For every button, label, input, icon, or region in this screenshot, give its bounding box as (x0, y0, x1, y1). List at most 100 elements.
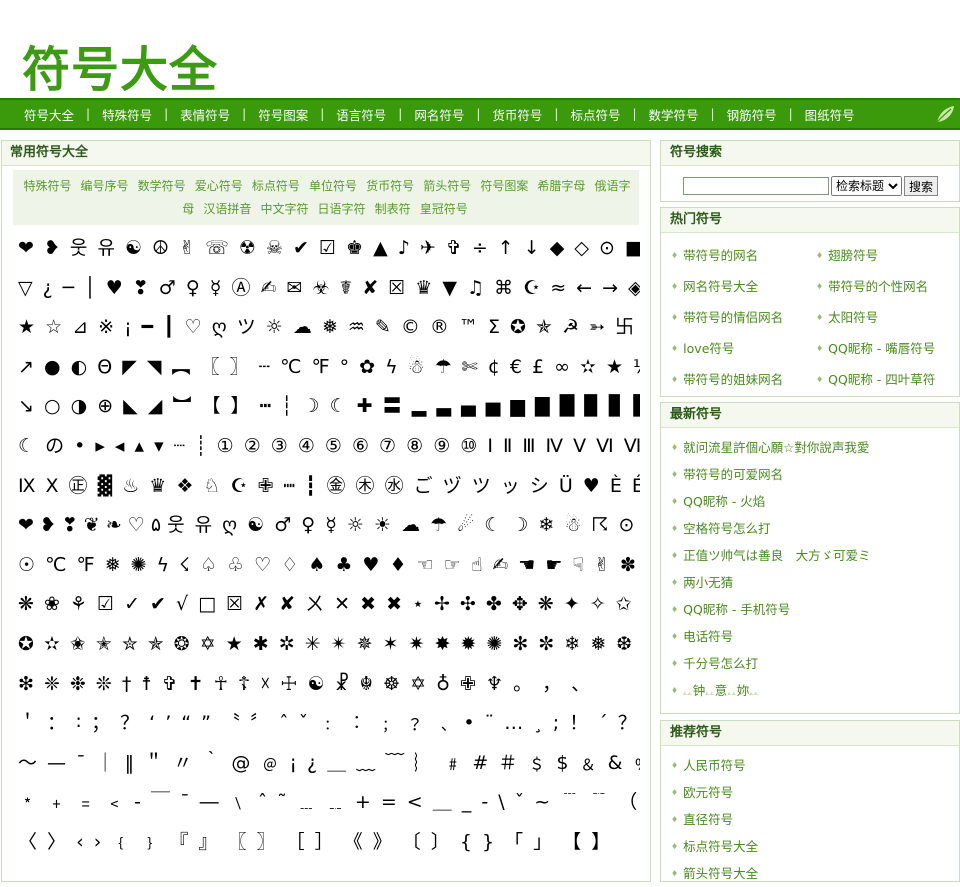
nav-rebar[interactable]: 钢筋符号 (715, 105, 789, 124)
bullet-icon: ♦ (671, 251, 679, 260)
hot-item[interactable]: ♦ 带符号的网名 (671, 240, 816, 271)
latest-panel: 最新符号 ♦ 就问流星許個心願☆對你說声我愛 ♦ 带符号的可爱网名 ♦ QQ昵称 - … (660, 402, 960, 714)
latest-item[interactable]: ♦ QQ昵称 - 手机符号 (671, 596, 959, 623)
symbol-row[interactable]: ＇ ： ∶ ； ？ ‘ ’ “ ” 〝 〞 ˆ ˇ ﹕ ︰ ﹔ ﹖ ﹑ • ¨ … (18, 704, 640, 744)
category-link[interactable]: 中文字符 (260, 202, 308, 216)
category-link[interactable]: 标点符号 (252, 179, 300, 193)
symbol-row[interactable]: ☾ の • ▸ ◂ ▴ ▾ ┈ ┊ ① ② ③ ④ ⑤ ⑥ ⑦ ⑧ ⑨ ⑩ Ⅰ … (18, 427, 640, 467)
recommend-item[interactable]: ♦ 人民币符号 (671, 752, 959, 779)
nav-currency[interactable]: 货币符号 (480, 105, 554, 124)
latest-item[interactable]: ♦ 就问流星許個心願☆對你說声我愛 (671, 434, 959, 461)
search-title: 符号搜索 (661, 141, 959, 166)
category-link[interactable]: 希腊字母 (537, 179, 585, 193)
hot-item[interactable]: ♦ 带符号的个性网名 (816, 271, 956, 302)
symbol-row[interactable]: ❋ ❀ ⚘ ☑ ✓ ✔ √ □ ☒ ✗ ✘ ㄨ ✕ ✖ ✖ ⋆ ✢ ✣ ✤ ✥ … (18, 585, 640, 625)
category-link[interactable]: 日语字符 (318, 202, 366, 216)
category-link[interactable]: 汉语拼音 (203, 202, 251, 216)
bullet-icon: ♦ (671, 497, 679, 506)
hot-item[interactable]: ♦ 带符号的姐妹网名 (671, 364, 816, 395)
panel-title: 常用符号大全 (2, 141, 650, 166)
recommend-item[interactable]: ♦ 欧元符号 (671, 779, 959, 806)
symbol-row[interactable]: ❤ ❥ 웃 유 ☯ ☮ ✌ ☏ ☢ ☠ ✔ ☑ ♚ ▲ ♪ ✈ ✞ ÷ ↑ ↓ … (18, 229, 640, 269)
symbol-row[interactable]: ★ ☆ ⊿ ※ ¡ ━ ┃ ♡ ღ ツ ☼ ☁ ❅ ♒ ✎ © ® ™ Σ ✪ … (18, 308, 640, 348)
recommend-item[interactable]: ♦ 标点符号大全 (671, 833, 959, 860)
leaf-icon (936, 106, 954, 123)
latest-item[interactable]: ♦ 空格符号怎么打 (671, 515, 959, 542)
latest-item[interactable]: ♦ 两小无猜 (671, 569, 959, 596)
symbols-panel: 常用符号大全 特殊符号 编号序号 数学符号 爱心符号 标点符号 单位符号 货币符… (1, 140, 651, 882)
category-links: 特殊符号 编号序号 数学符号 爱心符号 标点符号 单位符号 货币符号 箭头符号 … (13, 170, 639, 225)
bullet-icon: ♦ (671, 578, 679, 587)
symbol-row[interactable]: Ⅸ Ⅹ ㊣ ▓ ♨ ♛ ❖ ♘ ☪ ✙ ┉ ┇ ㊎ ㊍ ㊌ ご ヅ ツ ッ シ … (18, 467, 640, 507)
bullet-icon: ♦ (671, 605, 679, 614)
search-form: 检索标题 搜索 (661, 166, 959, 206)
symbol-row[interactable]: ❤ ❥ ❣ ❦ ❧ ♡ ۵ 웃 유 ღ ☯ ♂ ♀ ☿ ☼ ☀ ☁ ☂ ☄ ☾ … (18, 506, 640, 546)
category-link[interactable]: 货币符号 (366, 179, 414, 193)
hot-item[interactable]: ♦ QQ昵称 - 嘴唇符号 (816, 333, 956, 364)
bullet-icon: ♦ (671, 443, 679, 452)
recommend-panel: 推荐符号 ♦ 人民币符号 ♦ 欧元符号 ♦ 直径符号 ♦ 标点符号大全 ♦ 箭头符号大全 (660, 720, 960, 882)
recommend-item[interactable]: ♦ 直径符号 (671, 806, 959, 833)
nav-nickname[interactable]: 网名符号 (402, 105, 476, 124)
site-logo[interactable]: 符号大全 (22, 30, 218, 100)
category-link[interactable]: 爱心符号 (195, 179, 243, 193)
nav-emoji[interactable]: 表情符号 (168, 105, 242, 124)
bullet-icon: ♦ (671, 282, 679, 291)
symbol-row[interactable]: 〈 〉 ‹ › ﹛ ﹜ 『 』 〖 〗 ［ ］ 《 》 〔 〕 { } 「 」 … (18, 823, 640, 863)
category-link[interactable]: 特殊符号 (23, 179, 71, 193)
category-link[interactable]: 箭头符号 (423, 179, 471, 193)
nav-math[interactable]: 数学符号 (637, 105, 711, 124)
bullet-icon: ♦ (671, 470, 679, 479)
nav-punctuation[interactable]: 标点符号 (558, 105, 632, 124)
latest-item[interactable]: ♦ 正值ツ帅气は善良 大方ゞ可爱ミ (671, 542, 959, 569)
latest-item[interactable]: ♦ 带符号的可爱网名 (671, 461, 959, 488)
bullet-icon: ♦ (816, 375, 824, 384)
hot-item[interactable]: ♦ 翅膀符号 (816, 240, 956, 271)
category-link[interactable]: 皇冠符号 (420, 202, 468, 216)
nav-home[interactable]: 符号大全 (12, 105, 86, 124)
latest-item[interactable]: ♦ ۦۦ钟ۦۦ意ۦۦ妳ۦۦ (671, 677, 959, 704)
bullet-icon: ♦ (671, 788, 679, 797)
bullet-icon: ♦ (671, 524, 679, 533)
hot-item[interactable]: ♦ love符号 (671, 333, 816, 364)
nav-drawing[interactable]: 图纸符号 (793, 105, 867, 124)
category-link[interactable]: 单位符号 (309, 179, 357, 193)
latest-item[interactable]: ♦ QQ昵称 - 火焰 (671, 488, 959, 515)
nav-language[interactable]: 语言符号 (324, 105, 398, 124)
search-panel: 符号搜索 检索标题 搜索 (660, 140, 960, 202)
nav-special[interactable]: 特殊符号 (90, 105, 164, 124)
category-link[interactable]: 编号序号 (81, 179, 129, 193)
category-link[interactable]: 制表符 (375, 202, 411, 216)
hot-item[interactable]: ♦ 网名符号大全 (671, 271, 816, 302)
symbol-row[interactable]: ﹡ ﹢ ﹦ ﹤ ‐ ￣ ¯ ― ﹨ ˆ ˜ ﹍ ﹎ + = < ＿ _ - \ … (18, 783, 640, 823)
hot-title: 热门符号 (661, 208, 959, 233)
symbol-row[interactable]: ❇ ❈ ❉ ❊ † ☨ ✞ ✝ ☥ ☦ ☓ ☩ ☯ ☧ ☬ ☸ ✡ ♁ ✙ ♆ … (18, 665, 640, 705)
nav-pattern[interactable]: 符号图案 (246, 105, 320, 124)
symbol-row[interactable]: ☉ ℃ ℉ ❅ ✺ ϟ ☇ ♤ ♧ ♡ ♢ ♠ ♣ ♥ ♦ ☜ ☞ ☝ ✍ ☚ … (18, 546, 640, 586)
bullet-icon: ♦ (671, 632, 679, 641)
symbol-row[interactable]: ✪ ✫ ✬ ✭ ✮ ✯ ❂ ✡ ★ ✱ ✲ ✳ ✴ ✵ ✶ ✷ ✸ ✹ ✺ ✻ … (18, 625, 640, 665)
recommend-item[interactable]: ♦ 箭头符号大全 (671, 860, 959, 887)
latest-item[interactable]: ♦ 电话符号 (671, 623, 959, 650)
hot-item[interactable]: ♦ QQ昵称 - 四叶草符 (816, 364, 956, 395)
symbol-row[interactable]: ↘ ○ ◑ ⊕ ◣ ◢ ︼ 【 】 ┅ ┆ ☽ ☾ ✚ 〓 ▂ ▃ ▄ ▅ ▆ … (18, 387, 640, 427)
bullet-icon: ♦ (671, 313, 679, 322)
bullet-icon: ♦ (671, 375, 679, 384)
symbol-row[interactable]: ↗ ● ◐ Θ ◤ ◥ ︻ 〖 〗 ┄ ℃ ℉ ° ✿ ϟ ☃ ☂ ✄ ¢ € … (18, 348, 640, 388)
search-scope-select[interactable]: 检索标题 (831, 176, 902, 196)
symbol-row[interactable]: ～ — ˉ ｜ ‖ ＂ 〃 ｀ @ ﹫ ¡ ¿ ＿ ﹏ ﹋ ︴ ﹟ # ＃ ﹩ … (18, 744, 640, 784)
bullet-icon: ♦ (816, 344, 824, 353)
hot-item[interactable]: ♦ 带符号的情侣网名 (671, 302, 816, 333)
category-link[interactable]: 符号图案 (480, 179, 528, 193)
symbol-grid: ❤ ❥ 웃 유 ☯ ☮ ✌ ☏ ☢ ☠ ✔ ☑ ♚ ▲ ♪ ✈ ✞ ÷ ↑ ↓ … (2, 225, 650, 863)
bullet-icon: ♦ (671, 686, 679, 695)
bullet-icon: ♦ (671, 842, 679, 851)
category-link[interactable]: 数学符号 (138, 179, 186, 193)
hot-item[interactable]: ♦ 太阳符号 (816, 302, 956, 333)
bullet-icon: ♦ (671, 869, 679, 878)
latest-item[interactable]: ♦ 千分号怎么打 (671, 650, 959, 677)
bullet-icon: ♦ (671, 551, 679, 560)
search-input[interactable] (683, 177, 829, 195)
symbol-row[interactable]: ▽ ¿ ─ │ ♥ ❣ ♂ ♀ ☿ Ⓐ ✍ ✉ ☣ ☤ ✘ ☒ ♛ ▼ ♫ ⌘ … (18, 269, 640, 309)
search-button[interactable]: 搜索 (904, 176, 939, 196)
